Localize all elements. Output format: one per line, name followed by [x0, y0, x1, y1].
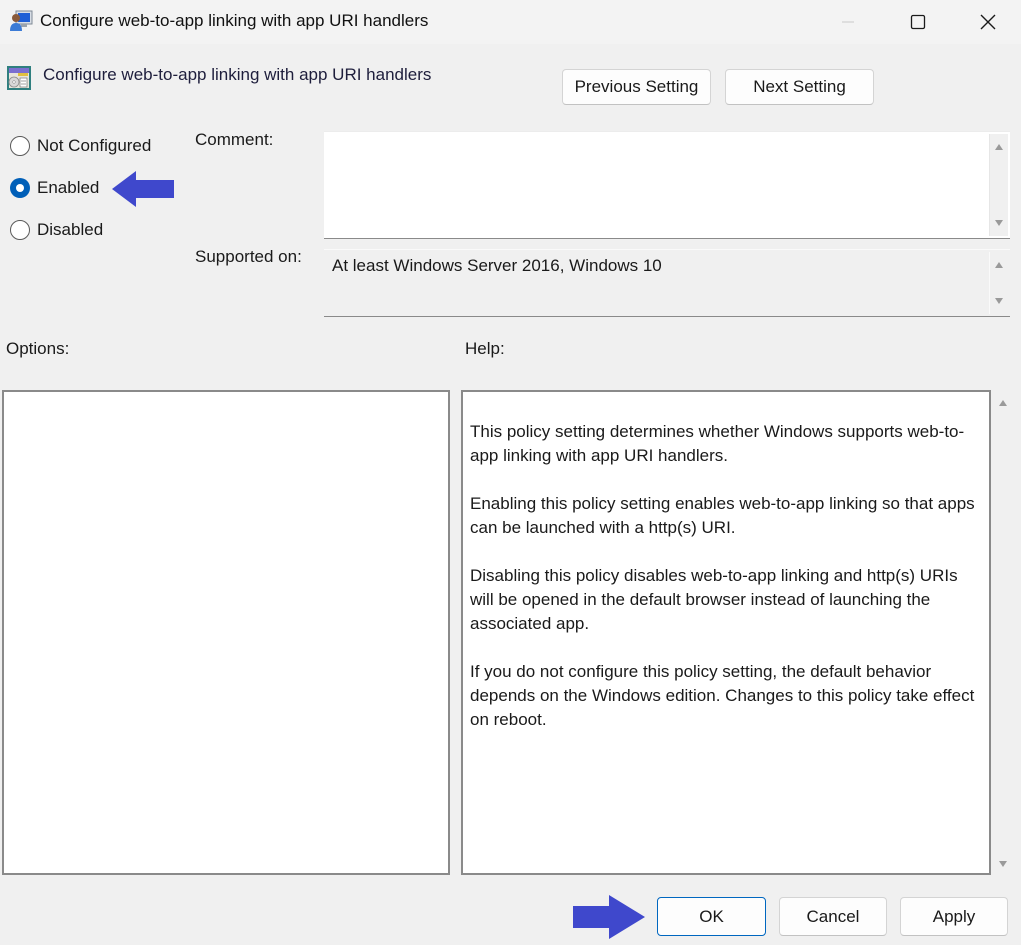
comment-label: Comment: — [195, 130, 274, 149]
supported-on-label: Supported on: — [195, 247, 302, 266]
help-panel: This policy setting determines whether W… — [461, 390, 991, 875]
radio-label: Not Configured — [37, 136, 152, 155]
comment-scrollbar[interactable] — [989, 134, 1008, 236]
radio-label: Enabled — [37, 178, 100, 197]
maximize-button[interactable] — [883, 0, 953, 44]
help-paragraph: This policy setting determines whether W… — [470, 422, 965, 465]
annotation-arrow-right-icon — [573, 895, 645, 939]
scroll-up-arrow-icon[interactable] — [999, 400, 1007, 406]
scroll-up-arrow-icon[interactable] — [995, 144, 1003, 150]
ok-button[interactable]: OK — [657, 897, 766, 936]
comment-input[interactable] — [324, 131, 1010, 239]
help-paragraph: Enabling this policy setting enables web… — [470, 494, 975, 537]
title-bar: Configure web-to-app linking with app UR… — [0, 0, 1021, 44]
scroll-down-arrow-icon[interactable] — [995, 220, 1003, 226]
radio-not-configured[interactable]: Not Configured — [10, 136, 151, 156]
help-paragraph: Disabling this policy disables web-to-ap… — [470, 566, 958, 633]
supported-scrollbar[interactable] — [989, 252, 1008, 314]
options-panel — [2, 390, 450, 875]
help-scrollbar[interactable] — [994, 392, 1013, 873]
previous-setting-button[interactable]: Previous Setting — [562, 69, 711, 105]
supported-on-value: At least Windows Server 2016, Windows 10 — [332, 256, 662, 275]
options-label: Options: — [6, 339, 70, 358]
apply-button[interactable]: Apply — [900, 897, 1008, 936]
help-paragraph: If you do not configure this policy sett… — [470, 662, 975, 729]
scroll-up-arrow-icon[interactable] — [995, 262, 1003, 268]
radio-label: Disabled — [37, 220, 104, 239]
radio-circle-checked[interactable] — [10, 178, 30, 198]
radio-disabled[interactable]: Disabled — [10, 220, 103, 240]
next-setting-button[interactable]: Next Setting — [725, 69, 874, 105]
window-title: Configure web-to-app linking with app UR… — [40, 11, 429, 30]
minimize-icon — [842, 21, 854, 23]
scroll-down-arrow-icon[interactable] — [995, 298, 1003, 304]
help-label: Help: — [465, 339, 505, 358]
minimize-button[interactable] — [813, 0, 883, 44]
radio-enabled[interactable]: Enabled — [10, 178, 99, 198]
maximize-icon — [910, 14, 926, 30]
policy-setting-icon — [7, 66, 31, 90]
close-button[interactable] — [953, 0, 1021, 44]
supported-on-field: At least Windows Server 2016, Windows 10 — [324, 249, 1010, 317]
annotation-arrow-left-icon — [112, 171, 174, 207]
group-policy-app-icon — [10, 10, 33, 31]
scroll-down-arrow-icon[interactable] — [999, 861, 1007, 867]
radio-circle[interactable] — [10, 220, 30, 240]
cancel-button[interactable]: Cancel — [779, 897, 887, 936]
close-icon — [980, 14, 996, 30]
policy-title: Configure web-to-app linking with app UR… — [43, 65, 432, 84]
radio-circle[interactable] — [10, 136, 30, 156]
help-text: This policy setting determines whether W… — [470, 420, 979, 756]
